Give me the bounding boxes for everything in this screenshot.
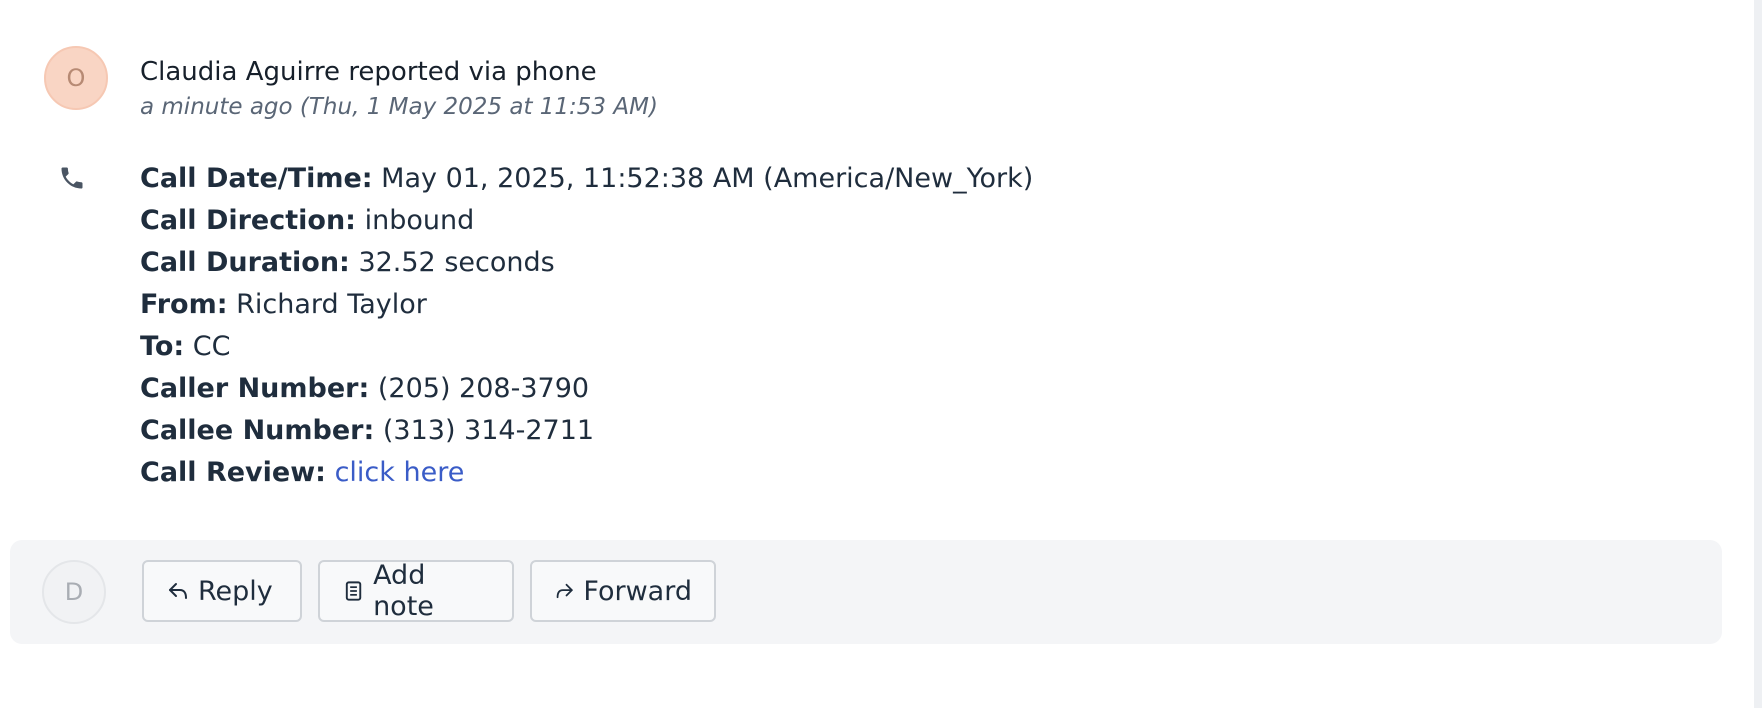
reply-button[interactable]: Reply bbox=[142, 560, 302, 622]
call-to-label: To: bbox=[140, 331, 185, 362]
call-datetime-value: May 01, 2025, 11:52:38 AM (America/New_Y… bbox=[381, 163, 1034, 194]
caller-number-value: (205) 208-3790 bbox=[377, 373, 590, 404]
requester-avatar: O bbox=[44, 46, 108, 110]
call-from-value: Richard Taylor bbox=[236, 289, 427, 320]
add-note-label: Add note bbox=[373, 560, 434, 622]
call-duration-row: Call Duration: 32.52 seconds bbox=[140, 242, 1033, 284]
activity-title: Claudia Aguirre reported via phone bbox=[140, 57, 597, 87]
call-direction-label: Call Direction: bbox=[140, 205, 356, 236]
forward-button[interactable]: Forward bbox=[530, 560, 716, 622]
ticket-activity-page: O Claudia Aguirre reported via phone a m… bbox=[0, 0, 1762, 708]
phone-icon bbox=[61, 167, 83, 189]
call-to-value: CC bbox=[192, 331, 231, 362]
activity-timestamp: a minute ago (Thu, 1 May 2025 at 11:53 A… bbox=[140, 94, 658, 120]
scrollbar-track[interactable] bbox=[1754, 0, 1762, 708]
call-datetime-label: Call Date/Time: bbox=[140, 163, 373, 194]
reply-icon bbox=[169, 583, 187, 599]
call-review-label: Call Review: bbox=[140, 457, 326, 488]
callee-number-value: (313) 314-2711 bbox=[382, 415, 595, 446]
call-review-link[interactable]: click here bbox=[335, 457, 465, 488]
call-direction-row: Call Direction: inbound bbox=[140, 200, 1033, 242]
call-details: Call Date/Time: May 01, 2025, 11:52:38 A… bbox=[140, 158, 1033, 494]
forward-label: Forward bbox=[583, 575, 692, 607]
call-datetime-row: Call Date/Time: May 01, 2025, 11:52:38 A… bbox=[140, 158, 1033, 200]
agent-avatar: D bbox=[42, 560, 106, 624]
call-from-row: From: Richard Taylor bbox=[140, 284, 1033, 326]
call-to-row: To: CC bbox=[140, 326, 1033, 368]
note-icon bbox=[345, 581, 362, 601]
callee-number-row: Callee Number: (313) 314-2711 bbox=[140, 410, 1033, 452]
add-note-button[interactable]: Add note bbox=[318, 560, 514, 622]
activity-header: Claudia Aguirre reported via phone a min… bbox=[140, 52, 658, 122]
forward-icon bbox=[556, 583, 573, 599]
caller-number-label: Caller Number: bbox=[140, 373, 370, 404]
call-duration-value: 32.52 seconds bbox=[358, 247, 555, 278]
caller-number-row: Caller Number: (205) 208-3790 bbox=[140, 368, 1033, 410]
reply-action-bar: D Reply Add note Forward bbox=[10, 540, 1722, 644]
call-review-row: Call Review: click here bbox=[140, 452, 1033, 494]
call-direction-value: inbound bbox=[364, 205, 475, 236]
call-duration-label: Call Duration: bbox=[140, 247, 350, 278]
reply-label: Reply bbox=[198, 575, 273, 607]
callee-number-label: Callee Number: bbox=[140, 415, 375, 446]
call-from-label: From: bbox=[140, 289, 228, 320]
